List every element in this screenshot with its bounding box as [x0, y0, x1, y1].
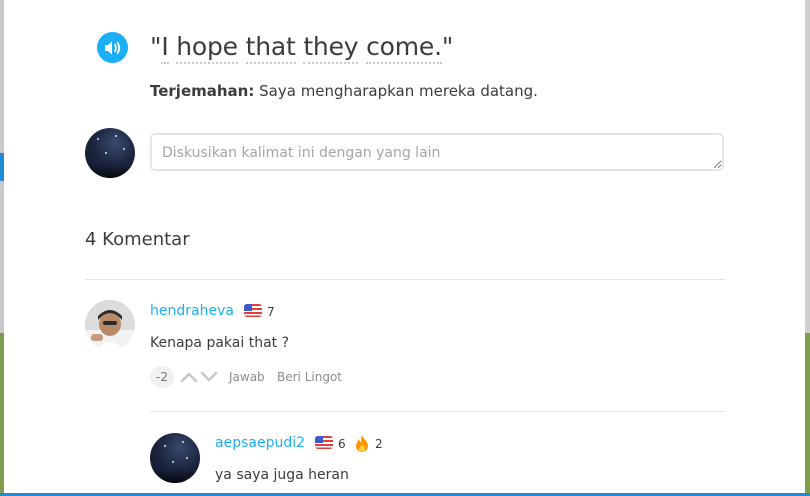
- comment-text: Kenapa pakai that ?: [150, 335, 290, 351]
- user-level: 7: [267, 305, 275, 319]
- translation-text: Saya mengharapkan mereka datang.: [259, 82, 538, 100]
- sentence-word[interactable]: hope: [176, 32, 238, 64]
- upvote-chevron-up-icon[interactable]: [180, 370, 198, 384]
- commenter-avatar[interactable]: [85, 300, 135, 350]
- backdrop-blue-strip: [0, 153, 4, 181]
- reply-link[interactable]: Jawab: [229, 370, 265, 384]
- close-quote: ": [441, 32, 454, 61]
- us-flag-icon: [244, 304, 262, 317]
- backdrop-green-strip: [0, 333, 4, 496]
- sentence-text: "I hope that they come.": [150, 32, 454, 64]
- comment-username[interactable]: aepsaepudi2: [215, 435, 305, 451]
- speaker-icon: [104, 41, 120, 54]
- profile-photo: [85, 300, 135, 350]
- comment-text: ya saya juga heran: [215, 467, 349, 483]
- translation-label: Terjemahan:: [150, 82, 255, 100]
- play-audio-button[interactable]: [97, 32, 128, 63]
- streak-count: 2: [375, 437, 383, 451]
- backdrop-green-strip: [805, 333, 810, 496]
- discussion-input[interactable]: [150, 133, 724, 171]
- left-backdrop-edge: [0, 0, 4, 496]
- sentence-word[interactable]: come.: [366, 32, 442, 64]
- divider: [150, 411, 725, 412]
- comments-count-heading: 4 Komentar: [85, 229, 190, 250]
- right-backdrop-edge: [805, 0, 810, 496]
- user-level: 6: [338, 437, 346, 451]
- current-user-avatar: [85, 128, 135, 178]
- give-lingot-link[interactable]: Beri Lingot: [277, 370, 342, 384]
- us-flag-icon: [315, 436, 333, 449]
- vote-count-badge: -2: [150, 366, 174, 388]
- downvote-chevron-down-icon[interactable]: [200, 370, 218, 384]
- comment-username[interactable]: hendraheva: [150, 303, 234, 319]
- sentence-word[interactable]: that: [245, 32, 296, 64]
- flame-icon: [356, 435, 368, 452]
- sentence-word[interactable]: they: [303, 32, 359, 64]
- commenter-avatar[interactable]: [150, 433, 200, 483]
- divider: [85, 279, 725, 280]
- open-quote: ": [150, 32, 162, 61]
- translation: Terjemahan: Saya mengharapkan mereka dat…: [150, 82, 538, 100]
- sentence-word[interactable]: I: [161, 32, 169, 64]
